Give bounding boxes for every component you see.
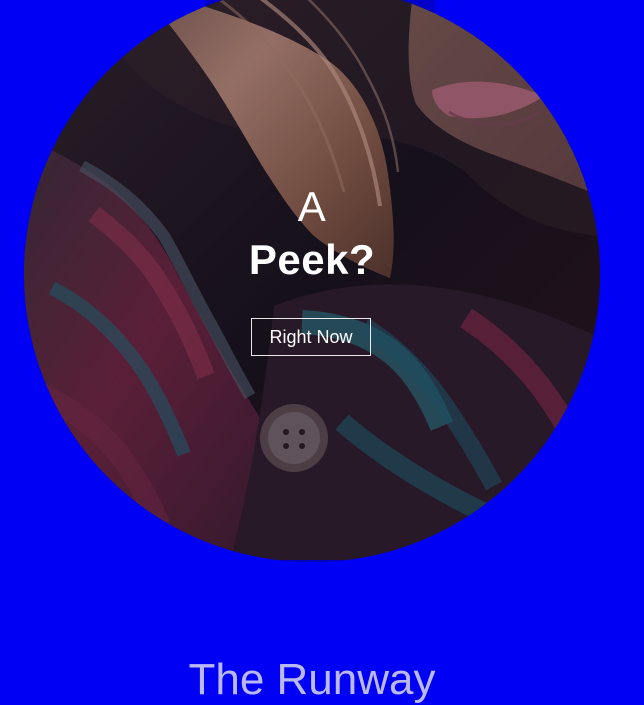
hero-heading-line-2: Peek? — [248, 236, 376, 283]
section-title: The Runway — [188, 655, 436, 704]
hero-heading: A Peek? — [24, 184, 600, 284]
hero-image-circle: A Peek? Right Now — [24, 0, 600, 562]
page: A Peek? Right Now The Runway — [0, 0, 644, 705]
right-now-button[interactable]: Right Now — [251, 318, 371, 356]
hero-heading-line-1: A — [297, 183, 327, 230]
